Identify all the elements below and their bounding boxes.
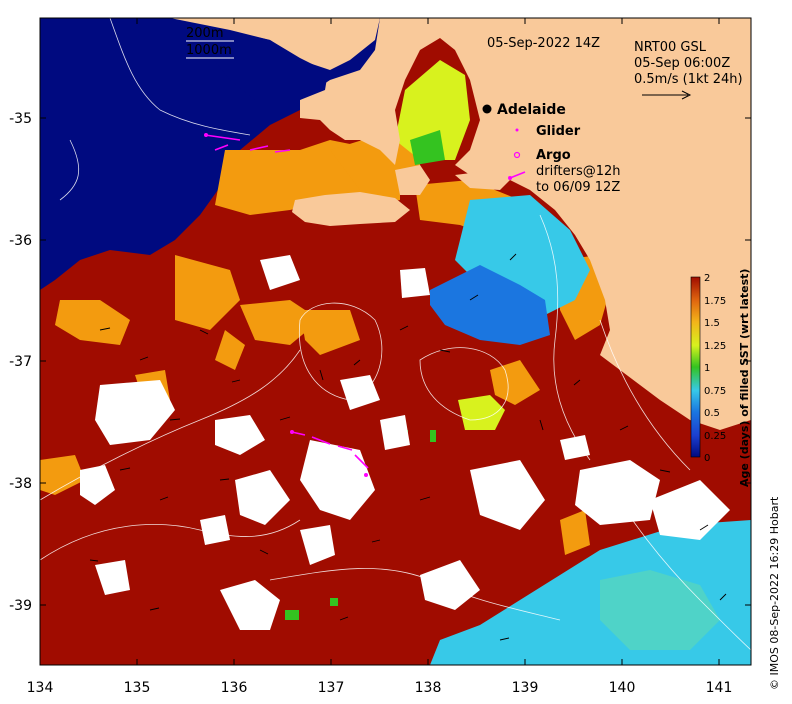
colorbar-tick: 1.75 (704, 296, 726, 307)
x-tick: 139 (512, 680, 539, 696)
map-svg: 134 135 136 137 138 139 140 141 -35 -36 … (9, 17, 752, 696)
colorbar-tick: 0.5 (704, 408, 720, 419)
y-tick: -38 (9, 476, 32, 492)
drifters-label-2: to 06/09 12Z (536, 180, 620, 195)
isobath-1000m-label: 1000m (186, 43, 232, 58)
colorbar-tick: 1.25 (704, 341, 726, 352)
y-tick: -37 (9, 354, 32, 370)
x-tick: 134 (27, 680, 54, 696)
glider-marker-icon (515, 128, 519, 132)
product-line: 05-Sep 06:00Z (634, 56, 730, 71)
product-line: NRT00 GSL (634, 40, 707, 55)
colorbar-tick: 1.5 (704, 318, 720, 329)
colorbar-gradient (690, 276, 701, 458)
x-tick: 138 (415, 680, 442, 696)
colorbar-tick: 1 (704, 363, 710, 374)
y-tick: -36 (9, 233, 32, 249)
y-tick: -39 (9, 598, 32, 614)
argo-label: Argo (536, 148, 571, 163)
sst-age-map: 134 135 136 137 138 139 140 141 -35 -36 … (0, 0, 792, 700)
x-tick: 136 (221, 680, 248, 696)
map-title: 05-Sep-2022 14Z (487, 36, 600, 51)
colorbar-tick: 2 (704, 273, 710, 284)
imos-credit: © IMOS 08-Sep-2022 16:29 Hobart (768, 496, 781, 690)
city-label: Adelaide (497, 102, 566, 118)
x-tick: 137 (318, 680, 345, 696)
x-tick: 140 (609, 680, 636, 696)
x-tick: 135 (124, 680, 151, 696)
drifters-label-1: drifters@12h (536, 164, 621, 179)
x-tick: 141 (706, 680, 733, 696)
colorbar-tick: 0 (704, 453, 710, 464)
y-tick: -35 (9, 111, 32, 127)
x-axis-tick-labels: 134 135 136 137 138 139 140 141 (27, 680, 733, 696)
y-axis-tick-labels: -35 -36 -37 -38 -39 (9, 111, 32, 614)
isobath-200m-label: 200m (186, 26, 223, 41)
colorbar-tick: 0.25 (704, 431, 726, 442)
city-dot-icon (482, 104, 492, 114)
product-line: 0.5m/s (1kt 24h) (634, 72, 743, 87)
glider-label: Glider (536, 124, 581, 139)
map-plot-area (40, 18, 751, 665)
colorbar-tick: 0.75 (704, 386, 726, 397)
colorbar-label: Age (days) of filled SST (wrt latest) (738, 269, 751, 487)
